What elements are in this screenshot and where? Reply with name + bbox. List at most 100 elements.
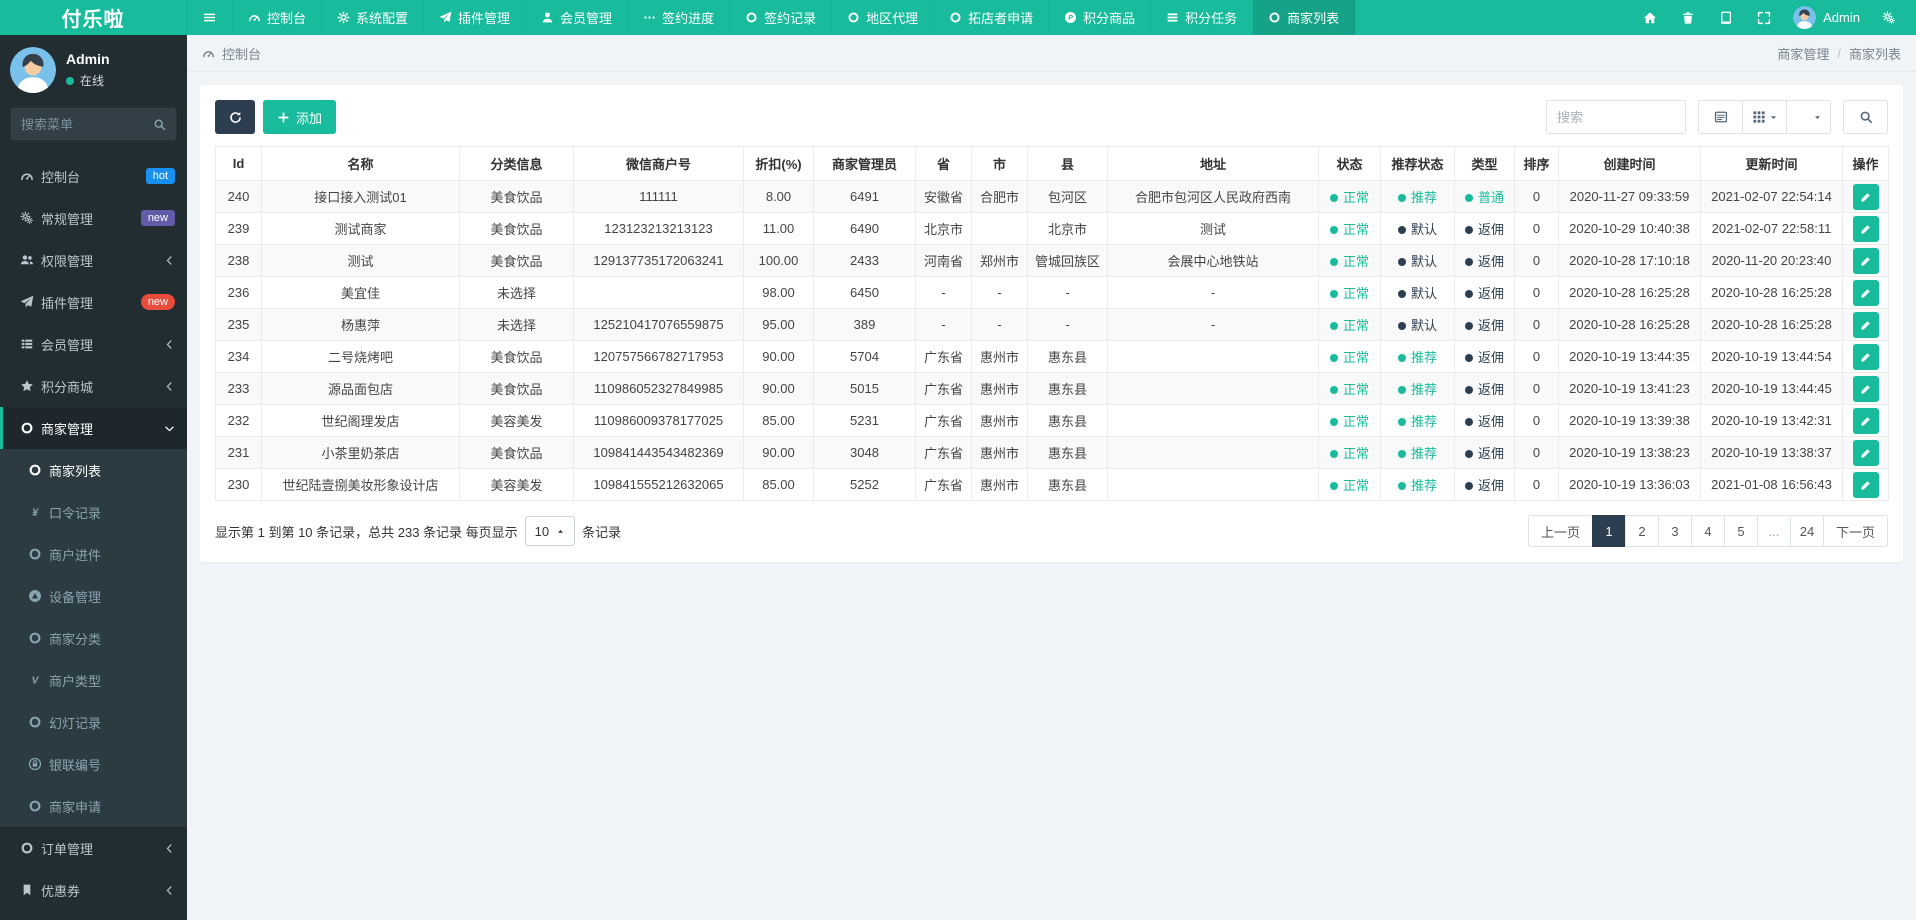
trash-button[interactable]: [1669, 0, 1707, 35]
sidebar-subitem-label: 设备管理: [49, 589, 102, 605]
edit-button[interactable]: [1852, 407, 1879, 434]
cell-province: 广东省: [915, 340, 972, 373]
export-button[interactable]: [1786, 100, 1831, 134]
table-header-row: Id 名称 分类信息 微信商户号 折扣(%) 商家管理员省市县地址 状态 推荐状态 类型 排序 创建…: [215, 146, 1889, 181]
cell-created: 2020-10-29 10:40:38: [1558, 212, 1701, 245]
topnav-user[interactable]: Admin: [1783, 6, 1870, 29]
sidebar-subitem[interactable]: 商家分类: [0, 617, 187, 659]
sidebar-subitem[interactable]: 设备管理: [0, 575, 187, 617]
table-row: 233 源品面包店 美食饮品 110986052327849985 90.00 5015 广…: [215, 372, 1889, 405]
page-button[interactable]: 1: [1591, 515, 1626, 547]
status-dot: [1464, 449, 1473, 458]
page-button[interactable]: 3: [1657, 515, 1692, 547]
cell-type: 返佣: [1454, 404, 1515, 437]
cell-recommend: 默认: [1380, 276, 1455, 309]
cell-id: 232: [215, 404, 262, 437]
edit-button[interactable]: [1852, 311, 1879, 338]
cell-created: 2020-10-19 13:41:23: [1558, 372, 1701, 405]
sidebar-subitem[interactable]: 商家申请: [0, 785, 187, 827]
sidebar-item[interactable]: 商家管理: [0, 407, 187, 449]
breadcrumb-parent[interactable]: 商家管理: [1777, 44, 1829, 63]
settings-button[interactable]: [1870, 0, 1908, 35]
topnav-item[interactable]: 签约记录: [730, 0, 833, 35]
refresh-button[interactable]: [215, 100, 255, 134]
topnav-item[interactable]: P 积分商品: [1049, 0, 1152, 35]
sidebar-subitem[interactable]: 商户进件: [0, 533, 187, 575]
page-button[interactable]: 24: [1789, 515, 1824, 547]
edit-button[interactable]: [1852, 183, 1879, 210]
prev-page-button[interactable]: 上一页: [1527, 515, 1593, 547]
sidebar-item[interactable]: 权限管理: [0, 239, 187, 281]
page-button[interactable]: 4: [1690, 515, 1725, 547]
page-button[interactable]: 5: [1723, 515, 1758, 547]
edit-button[interactable]: [1852, 279, 1879, 306]
column-header: 状态: [1318, 146, 1381, 181]
sidebar-subitem[interactable]: ¥ 口令记录: [0, 491, 187, 533]
table-search-input[interactable]: [1546, 100, 1686, 134]
sidebar-search-input[interactable]: [21, 116, 153, 132]
status-dot: [1329, 417, 1338, 426]
pencil-icon: [1860, 255, 1872, 267]
edit-button[interactable]: [1852, 215, 1879, 242]
add-button[interactable]: 添加: [263, 100, 337, 134]
sidebar-subitem[interactable]: 幻灯记录: [0, 701, 187, 743]
edit-button[interactable]: [1852, 247, 1879, 274]
sidebar-item[interactable]: 插件管理 new: [0, 281, 187, 323]
topnav-item[interactable]: 系统配置: [322, 0, 425, 35]
topnav-item[interactable]: 积分任务: [1151, 0, 1254, 35]
sidebar-subitem[interactable]: 银联编号: [0, 743, 187, 785]
topnav-item[interactable]: 拓店者申请: [934, 0, 1050, 35]
edit-button[interactable]: [1852, 471, 1879, 498]
sidebar-subitem[interactable]: V 商户类型: [0, 659, 187, 701]
table-row: 232 世纪阁理发店 美容美发 110986009378177025 85.00 5231…: [215, 404, 1889, 437]
pagination-summary: 显示第 1 到第 10 条记录，总共 233 条记录 每页显示 10 条记录: [215, 516, 621, 546]
trash-icon: [1681, 11, 1695, 25]
sidebar-subitem[interactable]: 商家列表: [0, 449, 187, 491]
cell-updated: 2020-10-28 16:25:28: [1700, 308, 1843, 341]
topnav-item[interactable]: 地区代理: [832, 0, 935, 35]
home-button[interactable]: [1631, 0, 1669, 35]
topnav-item[interactable]: 商家列表: [1253, 0, 1356, 35]
sidebar-item[interactable]: 积分商城: [0, 365, 187, 407]
cell-actions: [1842, 276, 1889, 309]
topnav-item-label: 地区代理: [866, 11, 919, 26]
cell-county: -: [1027, 308, 1108, 341]
page-button[interactable]: 2: [1624, 515, 1659, 547]
cell-county: 包河区: [1027, 180, 1108, 213]
cell-created: 2020-10-28 17:10:18: [1558, 244, 1701, 277]
sidebar-item[interactable]: 优惠券: [0, 869, 187, 911]
sidebar-item[interactable]: 会员管理: [0, 323, 187, 365]
sidebar-item-label: 权限管理: [41, 253, 94, 269]
yen-icon: ¥: [23, 505, 47, 519]
topnav-item[interactable]: 签约进度: [628, 0, 731, 35]
topnav-item[interactable]: 控制台: [233, 0, 323, 35]
cell-city: 惠州市: [971, 404, 1028, 437]
topnav-item[interactable]: 会员管理: [526, 0, 629, 35]
edit-button[interactable]: [1852, 375, 1879, 402]
sidebar-item[interactable]: 控制台 hot: [0, 155, 187, 197]
edit-button[interactable]: [1852, 343, 1879, 370]
cell-sort: 0: [1514, 372, 1559, 405]
cell-actions: [1842, 340, 1889, 373]
paper-plane-icon: [439, 11, 452, 24]
page-size-select[interactable]: 10: [524, 516, 576, 546]
next-page-button[interactable]: 下一页: [1822, 515, 1888, 547]
cell-actions: [1842, 308, 1889, 341]
cell-category: 美容美发: [459, 404, 574, 437]
detail-view-button[interactable]: [1698, 100, 1743, 134]
sidebar-toggle-button[interactable]: [187, 0, 233, 35]
columns-button[interactable]: [1742, 100, 1787, 134]
caret-up-icon: [556, 527, 565, 536]
sidebar-item[interactable]: 常规管理 new: [0, 197, 187, 239]
edit-button[interactable]: [1852, 439, 1879, 466]
sidebar-item[interactable]: 订单管理: [0, 827, 187, 869]
topbar: 付乐啦 控制台 系统配置 插件管理 会员管理 签约进度 签约记录 地区代理 拓店者申请 P 积分商…: [0, 0, 1916, 35]
dashboard-icon: [202, 47, 215, 60]
topnav-item[interactable]: 插件管理: [424, 0, 527, 35]
log-button[interactable]: [1707, 0, 1745, 35]
main-content: 控制台 商家管理 / 商家列表 添加 搜索 Id 名称 分类信息 微信商户号 折…: [187, 0, 1916, 562]
search-toggle-button[interactable]: [1843, 100, 1888, 134]
cell-id: 234: [215, 340, 262, 373]
cell-address: -: [1107, 308, 1319, 341]
fullscreen-button[interactable]: [1745, 0, 1783, 35]
